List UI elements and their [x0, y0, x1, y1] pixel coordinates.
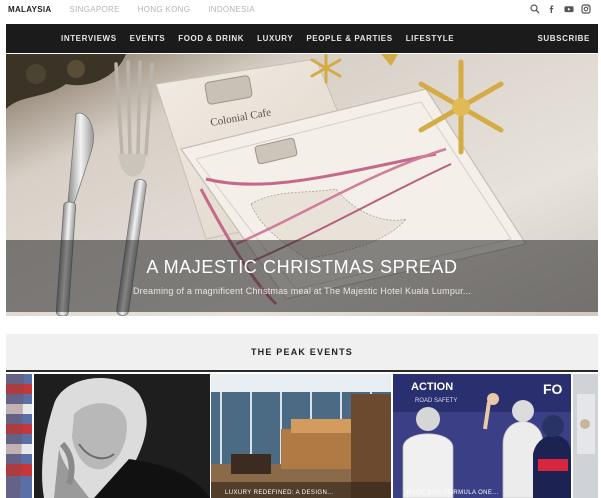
- interior-image: [211, 374, 391, 498]
- instagram-icon[interactable]: [581, 4, 591, 14]
- banner-text: ACTION: [411, 381, 453, 393]
- nav-item-luxury[interactable]: LUXURY: [257, 34, 293, 43]
- subscribe-link[interactable]: SUBSCRIBE: [537, 34, 590, 43]
- events-carousel: LUXURY REDEFINED: A DESIGN... ACTION ROA…: [6, 374, 598, 498]
- section-title: THE PEAK EVENTS: [250, 347, 353, 357]
- carousel-card-interior[interactable]: LUXURY REDEFINED: A DESIGN...: [211, 374, 391, 498]
- youtube-icon[interactable]: [564, 4, 574, 14]
- partial-image: [573, 374, 598, 498]
- main-nav: INTERVIEWS EVENTS FOOD & DRINK LUXURY PE…: [6, 24, 598, 53]
- region-link-malaysia[interactable]: MALAYSIA: [8, 5, 51, 14]
- region-link-indonesia[interactable]: INDONESIA: [208, 5, 255, 14]
- carousel-card-portrait[interactable]: [34, 374, 210, 498]
- facebook-icon[interactable]: [547, 4, 557, 14]
- fo-banner-text: FO: [543, 381, 563, 397]
- hero-slide[interactable]: Colonial Cafe A MAJESTIC CHRISTMAS SPREA…: [6, 54, 598, 316]
- portrait-image: [34, 374, 210, 498]
- nav-items: INTERVIEWS EVENTS FOOD & DRINK LUXURY PE…: [61, 34, 454, 43]
- nav-item-events[interactable]: EVENTS: [130, 34, 166, 43]
- nav-item-food-drink[interactable]: FOOD & DRINK: [178, 34, 244, 43]
- region-link-singapore[interactable]: SINGAPORE: [69, 5, 119, 14]
- search-icon[interactable]: [530, 4, 540, 14]
- social-icons: [530, 4, 591, 14]
- nav-item-interviews[interactable]: INTERVIEWS: [61, 34, 117, 43]
- flag-image: [6, 374, 32, 498]
- carousel-card-racing[interactable]: ACTION ROAD SAFETY FO RACE DAY: FORMULA …: [393, 374, 571, 498]
- banner-subtext: ROAD SAFETY: [415, 398, 457, 404]
- carousel-card-label: RACE DAY: FORMULA ONE...: [407, 490, 499, 496]
- hero-subline: Dreaming of a magnificent Christmas meal…: [132, 286, 472, 296]
- section-header: THE PEAK EVENTS: [6, 334, 598, 370]
- nav-item-lifestyle[interactable]: LIFESTYLE: [406, 34, 455, 43]
- section-divider: [6, 370, 598, 372]
- carousel-card-flag[interactable]: [6, 374, 32, 498]
- carousel-card-partial[interactable]: [573, 374, 598, 498]
- racing-image: ACTION ROAD SAFETY FO: [393, 374, 571, 498]
- region-bar: MALAYSIA SINGAPORE HONG KONG INDONESIA: [0, 0, 601, 22]
- hero-headline[interactable]: A MAJESTIC CHRISTMAS SPREAD: [6, 257, 598, 278]
- region-links: MALAYSIA SINGAPORE HONG KONG INDONESIA: [8, 5, 255, 14]
- region-link-hong-kong[interactable]: HONG KONG: [138, 5, 190, 14]
- nav-item-people-parties[interactable]: PEOPLE & PARTIES: [306, 34, 392, 43]
- carousel-card-label: LUXURY REDEFINED: A DESIGN...: [225, 490, 334, 496]
